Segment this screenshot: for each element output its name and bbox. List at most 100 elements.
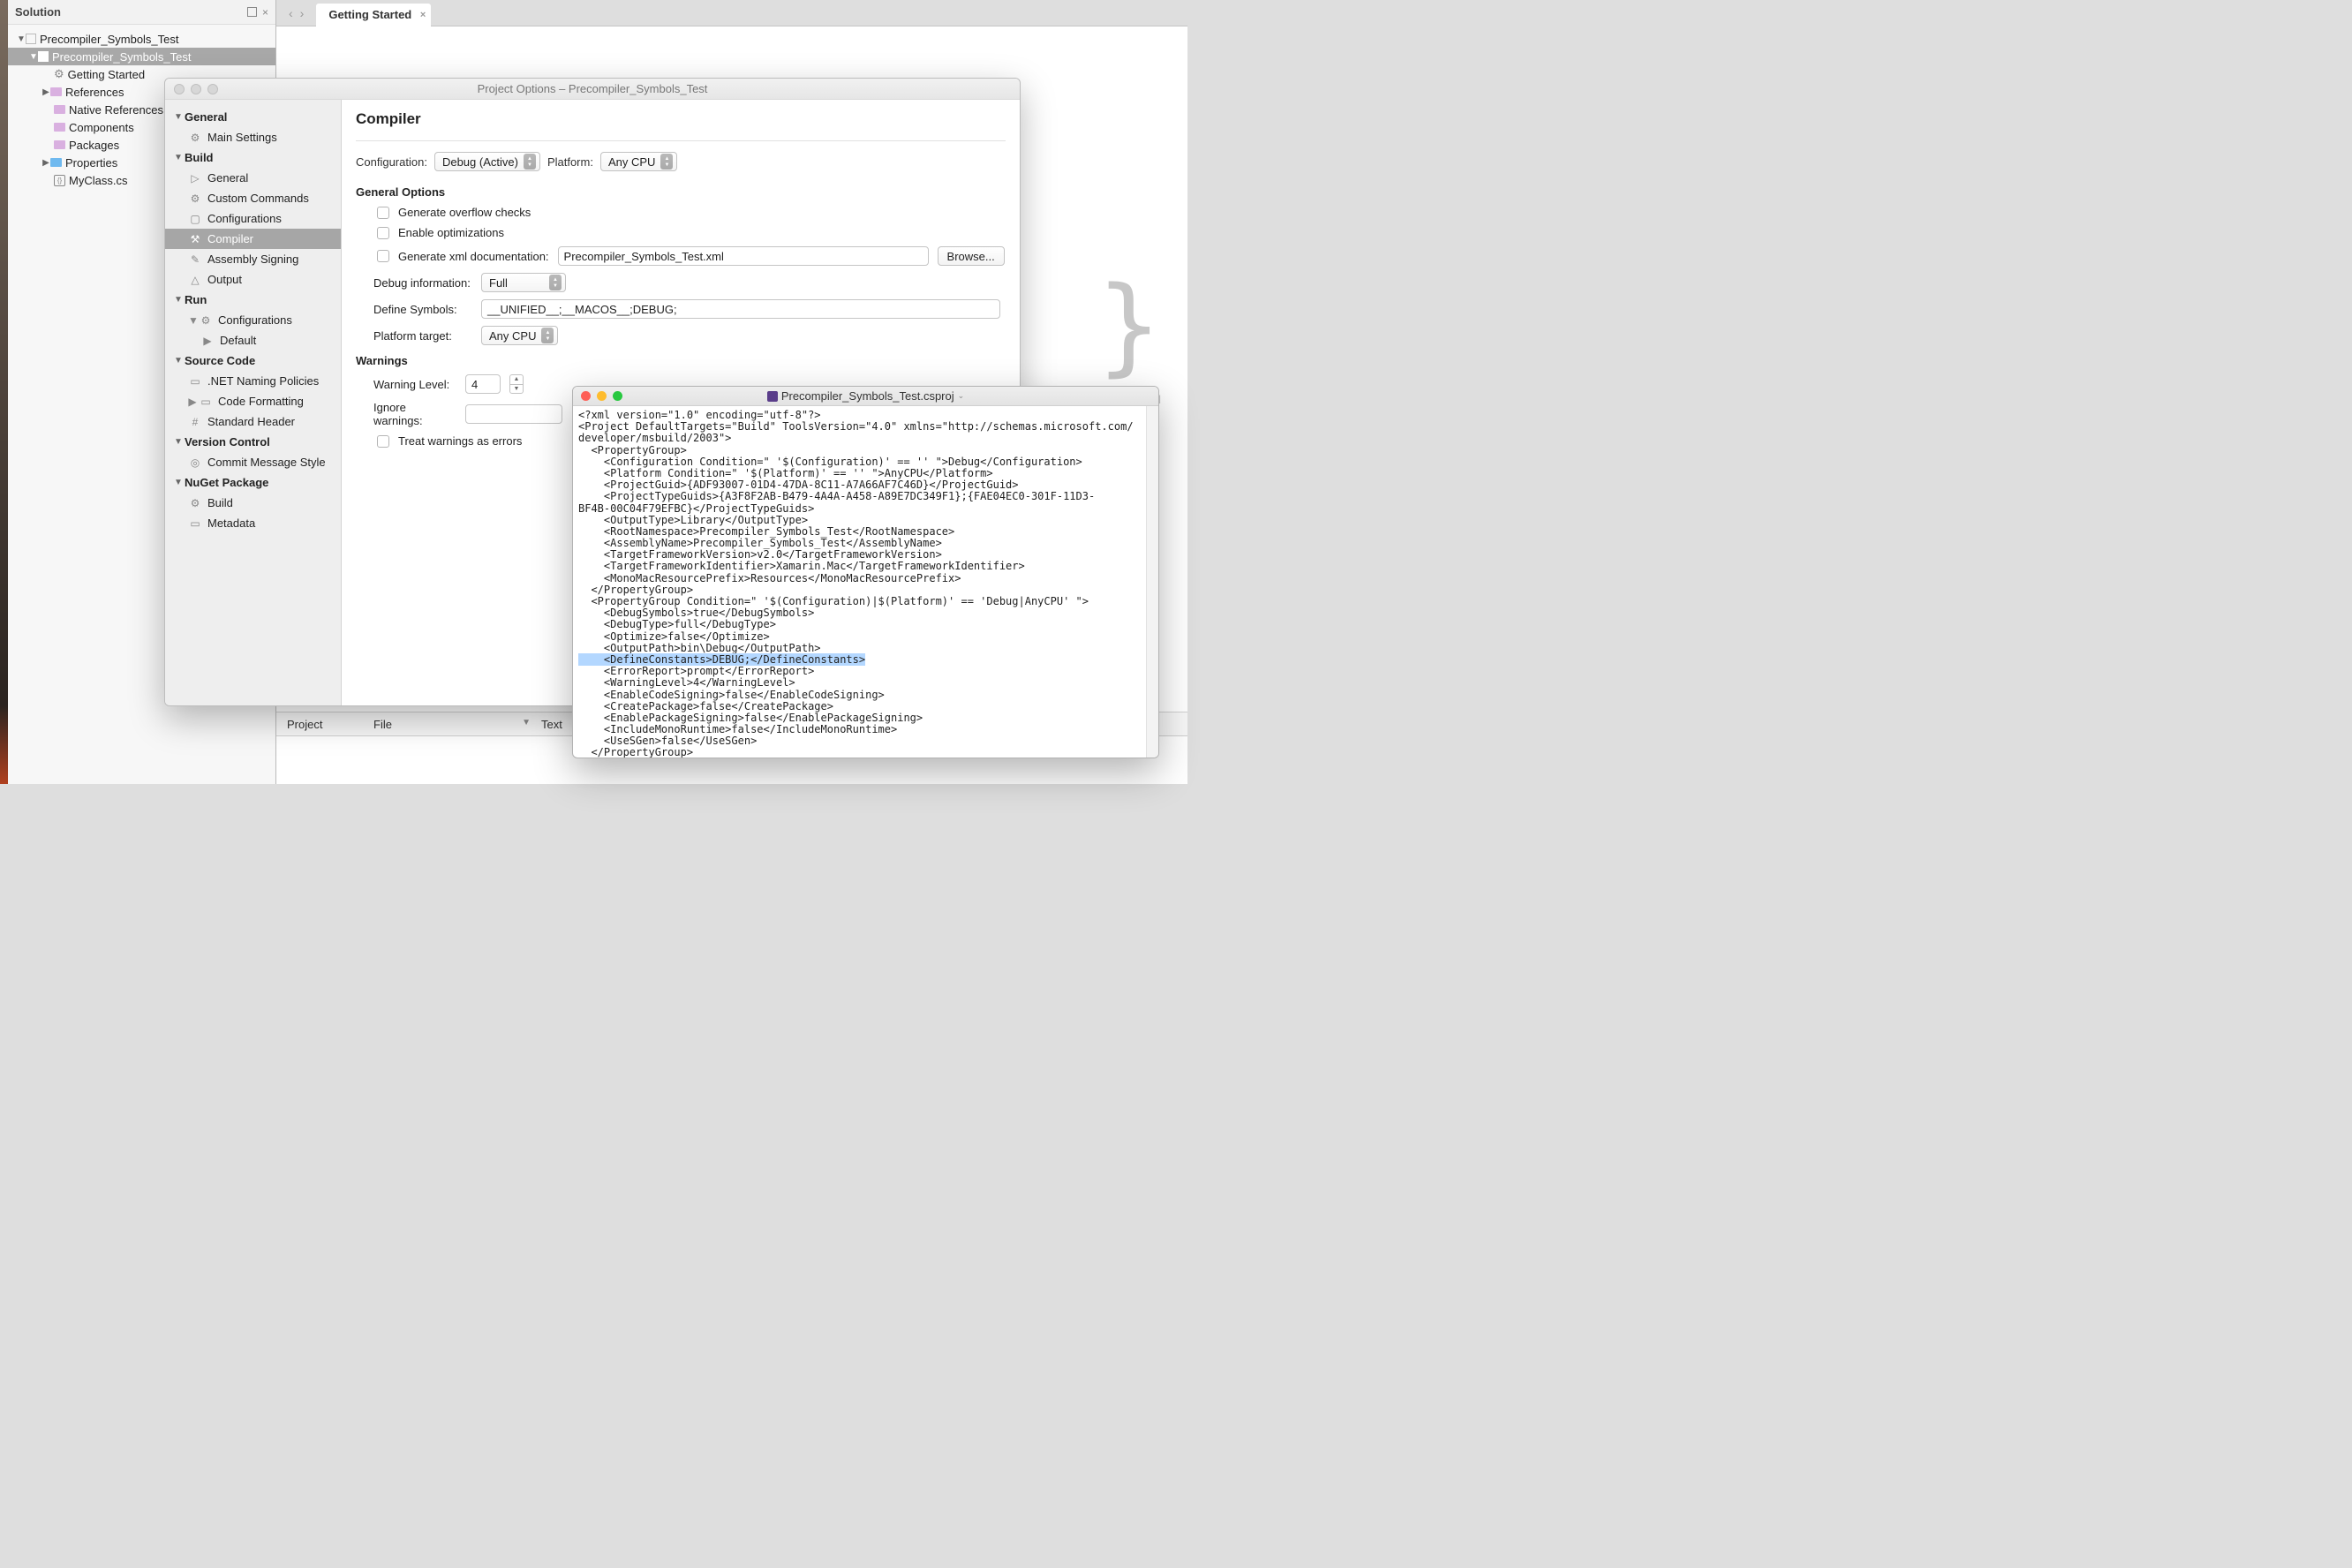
stepper-up-icon[interactable]: ▲ [510, 375, 523, 385]
define-symbols-input[interactable]: __UNIFIED__;__MACOS__;DEBUG; [481, 299, 1000, 319]
select-arrow-icon: ▲▼ [541, 328, 554, 343]
treat-warnings-label: Treat warnings as errors [398, 434, 522, 448]
chevron-right-icon[interactable]: ▶ [41, 87, 50, 97]
sidebar-group-source-code[interactable]: ▼Source Code [165, 351, 341, 371]
config-row: Configuration: Debug (Active)▲▼ Platform… [356, 152, 1006, 171]
select-arrow-icon: ▲▼ [549, 275, 562, 290]
chevron-down-icon[interactable]: ▼ [17, 34, 26, 44]
csproj-editor-body: <?xml version="1.0" encoding="utf-8"?> <… [573, 406, 1158, 758]
dialog-title: Project Options – Precompiler_Symbols_Te… [165, 82, 1020, 95]
sidebar-group-run[interactable]: ▼Run [165, 290, 341, 310]
panel-dock-icon[interactable] [247, 7, 257, 17]
optimizations-row: Enable optimizations [377, 226, 1006, 239]
warnings-heading: Warnings [356, 354, 1006, 367]
editor-tab-getting-started[interactable]: Getting Started × [316, 4, 431, 26]
panel-close-icon[interactable]: × [262, 6, 268, 19]
sidebar-item-nuget-metadata[interactable]: ▭Metadata [165, 513, 341, 533]
brace-decoration: } [1097, 265, 1161, 388]
chevron-down-icon: ▼ [188, 314, 197, 327]
nav-forward-icon[interactable]: › [300, 6, 305, 20]
tree-label: Getting Started [68, 68, 145, 81]
sidebar-item-standard-header[interactable]: #Standard Header [165, 411, 341, 432]
gen-xml-input[interactable]: Precompiler_Symbols_Test.xml [558, 246, 929, 266]
optimizations-label: Enable optimizations [398, 226, 504, 239]
sidebar-item-nuget-build[interactable]: ⚙Build [165, 493, 341, 513]
general-options-heading: General Options [356, 185, 1006, 199]
sidebar-item-main-settings[interactable]: ⚙Main Settings [165, 127, 341, 147]
sidebar-item-output[interactable]: △Output [165, 269, 341, 290]
sidebar-item-assembly-signing[interactable]: ✎Assembly Signing [165, 249, 341, 269]
csproj-title: Precompiler_Symbols_Test.csproj ⌄ [573, 389, 1158, 403]
scrollbar[interactable] [1146, 406, 1158, 758]
tree-label: Components [69, 121, 134, 134]
title-chevron-icon[interactable]: ⌄ [958, 391, 965, 401]
platform-select[interactable]: Any CPU▲▼ [600, 152, 677, 171]
gen-xml-checkbox[interactable] [377, 250, 389, 262]
sidebar-item-configurations[interactable]: ▢Configurations [165, 208, 341, 229]
sidebar-group-nuget[interactable]: ▼NuGet Package [165, 472, 341, 493]
debug-info-select[interactable]: Full▲▼ [481, 273, 566, 292]
solution-root[interactable]: ▼ Precompiler_Symbols_Test [8, 30, 275, 48]
options-sidebar: ▼General ⚙Main Settings ▼Build ▷General … [165, 100, 342, 705]
solution-icon [26, 34, 36, 44]
browse-button[interactable]: Browse... [938, 246, 1005, 266]
list-icon: ▭ [188, 375, 202, 388]
project-label: Precompiler_Symbols_Test [52, 50, 192, 64]
solution-root-label: Precompiler_Symbols_Test [40, 33, 179, 46]
configuration-select[interactable]: Debug (Active)▲▼ [434, 152, 540, 171]
define-symbols-label: Define Symbols: [373, 303, 472, 316]
sidebar-item-compiler[interactable]: ⚒Compiler [165, 229, 341, 249]
output-icon: △ [188, 274, 202, 286]
tree-label: References [65, 86, 124, 99]
ignore-warnings-label: Ignore warnings: [373, 401, 456, 427]
sidebar-item-commit-style[interactable]: ◎Commit Message Style [165, 452, 341, 472]
sidebar-group-build[interactable]: ▼Build [165, 147, 341, 168]
folder-icon [54, 140, 65, 149]
overflow-checks-row: Generate overflow checks [377, 206, 1006, 219]
project-node[interactable]: ▼ Precompiler_Symbols_Test [8, 48, 275, 65]
tab-close-icon[interactable]: × [420, 10, 426, 20]
gear-icon: ⚙ [188, 132, 202, 144]
overflow-checkbox[interactable] [377, 207, 389, 219]
gen-xml-label: Generate xml documentation: [398, 250, 549, 263]
sidebar-item-custom-commands[interactable]: ⚙Custom Commands [165, 188, 341, 208]
status-file[interactable]: File▼ [373, 718, 541, 731]
sidebar-item-code-formatting[interactable]: ▶▭Code Formatting [165, 391, 341, 411]
solution-panel-header: Solution × [8, 0, 275, 25]
chevron-right-icon: ▶ [188, 396, 197, 408]
tree-label: Packages [69, 139, 119, 152]
folder-icon [50, 87, 62, 96]
chevron-right-icon[interactable]: ▶ [41, 158, 50, 168]
sidebar-group-version-control[interactable]: ▼Version Control [165, 432, 341, 452]
optimizations-checkbox[interactable] [377, 227, 389, 239]
signing-icon: ✎ [188, 253, 202, 266]
sidebar-item-run-default[interactable]: ▶Default [165, 330, 341, 351]
ignore-warnings-input[interactable] [465, 404, 562, 424]
treat-warnings-checkbox[interactable] [377, 435, 389, 448]
warning-level-stepper[interactable]: ▲▼ [509, 374, 524, 394]
select-arrow-icon: ▲▼ [524, 154, 536, 170]
sidebar-item-run-configurations[interactable]: ▼⚙Configurations [165, 310, 341, 330]
desktop-wallpaper-strip [0, 0, 8, 784]
chevron-down-icon[interactable]: ▼ [29, 52, 38, 62]
warning-level-input[interactable]: 4 [465, 374, 501, 394]
sidebar-item-build-general[interactable]: ▷General [165, 168, 341, 188]
platform-target-select[interactable]: Any CPU▲▼ [481, 326, 558, 345]
play-icon: ▷ [188, 172, 202, 185]
overflow-label: Generate overflow checks [398, 206, 531, 219]
gen-xml-row: Generate xml documentation: Precompiler_… [377, 246, 1006, 266]
folder-icon [50, 158, 62, 167]
sidebar-group-general[interactable]: ▼General [165, 107, 341, 127]
dialog-titlebar[interactable]: Project Options – Precompiler_Symbols_Te… [165, 79, 1020, 100]
square-icon: ▢ [188, 213, 202, 225]
solution-panel-title: Solution [15, 5, 242, 19]
nav-back-icon[interactable]: ‹ [289, 6, 293, 20]
sidebar-item-net-naming[interactable]: ▭.NET Naming Policies [165, 371, 341, 391]
gear-icon: ⚙ [199, 314, 213, 327]
status-project[interactable]: Project [287, 718, 373, 731]
stepper-down-icon[interactable]: ▼ [510, 385, 523, 394]
csproj-text-content[interactable]: <?xml version="1.0" encoding="utf-8"?> <… [573, 406, 1146, 758]
folder-icon [54, 123, 65, 132]
content-heading: Compiler [356, 110, 1006, 128]
csproj-titlebar[interactable]: Precompiler_Symbols_Test.csproj ⌄ [573, 387, 1158, 406]
